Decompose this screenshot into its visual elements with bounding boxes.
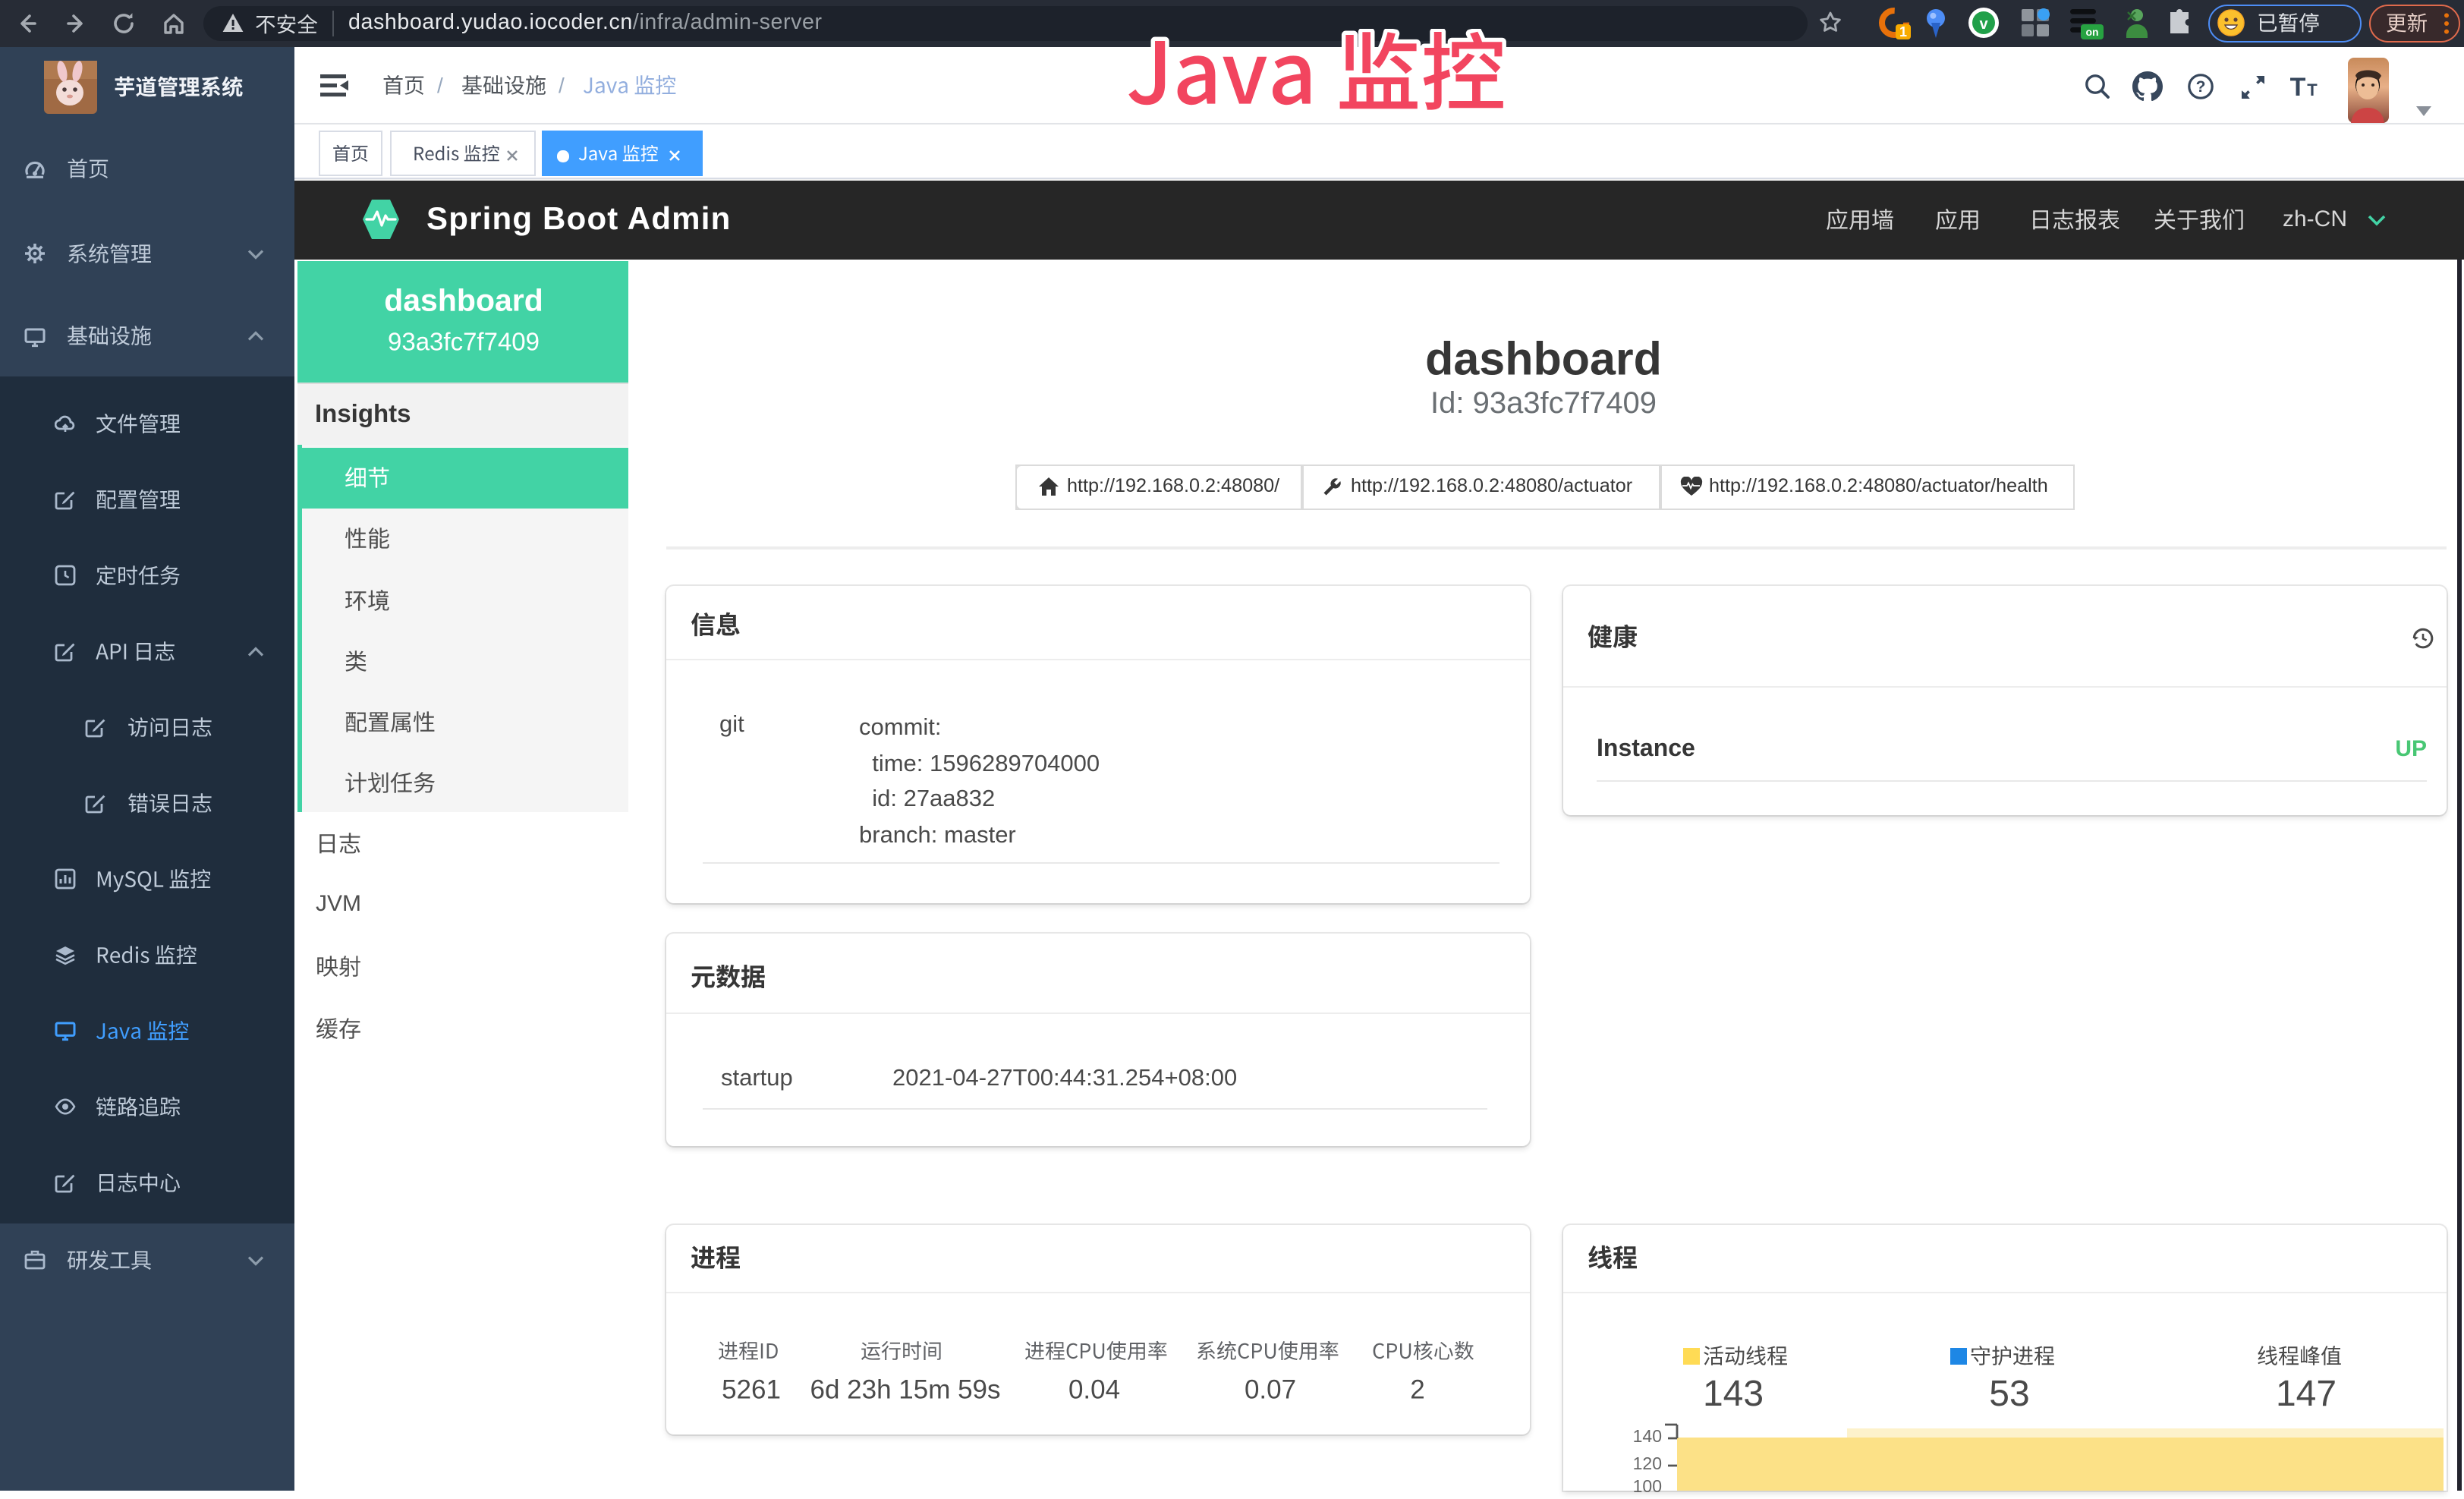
svg-text:T: T bbox=[2307, 80, 2318, 99]
svg-text:on: on bbox=[2085, 26, 2098, 38]
svg-text:1: 1 bbox=[1899, 24, 1907, 39]
svg-text:T: T bbox=[2290, 73, 2306, 100]
svg-text:v: v bbox=[1979, 16, 1988, 33]
svg-text:?: ? bbox=[2196, 78, 2206, 96]
